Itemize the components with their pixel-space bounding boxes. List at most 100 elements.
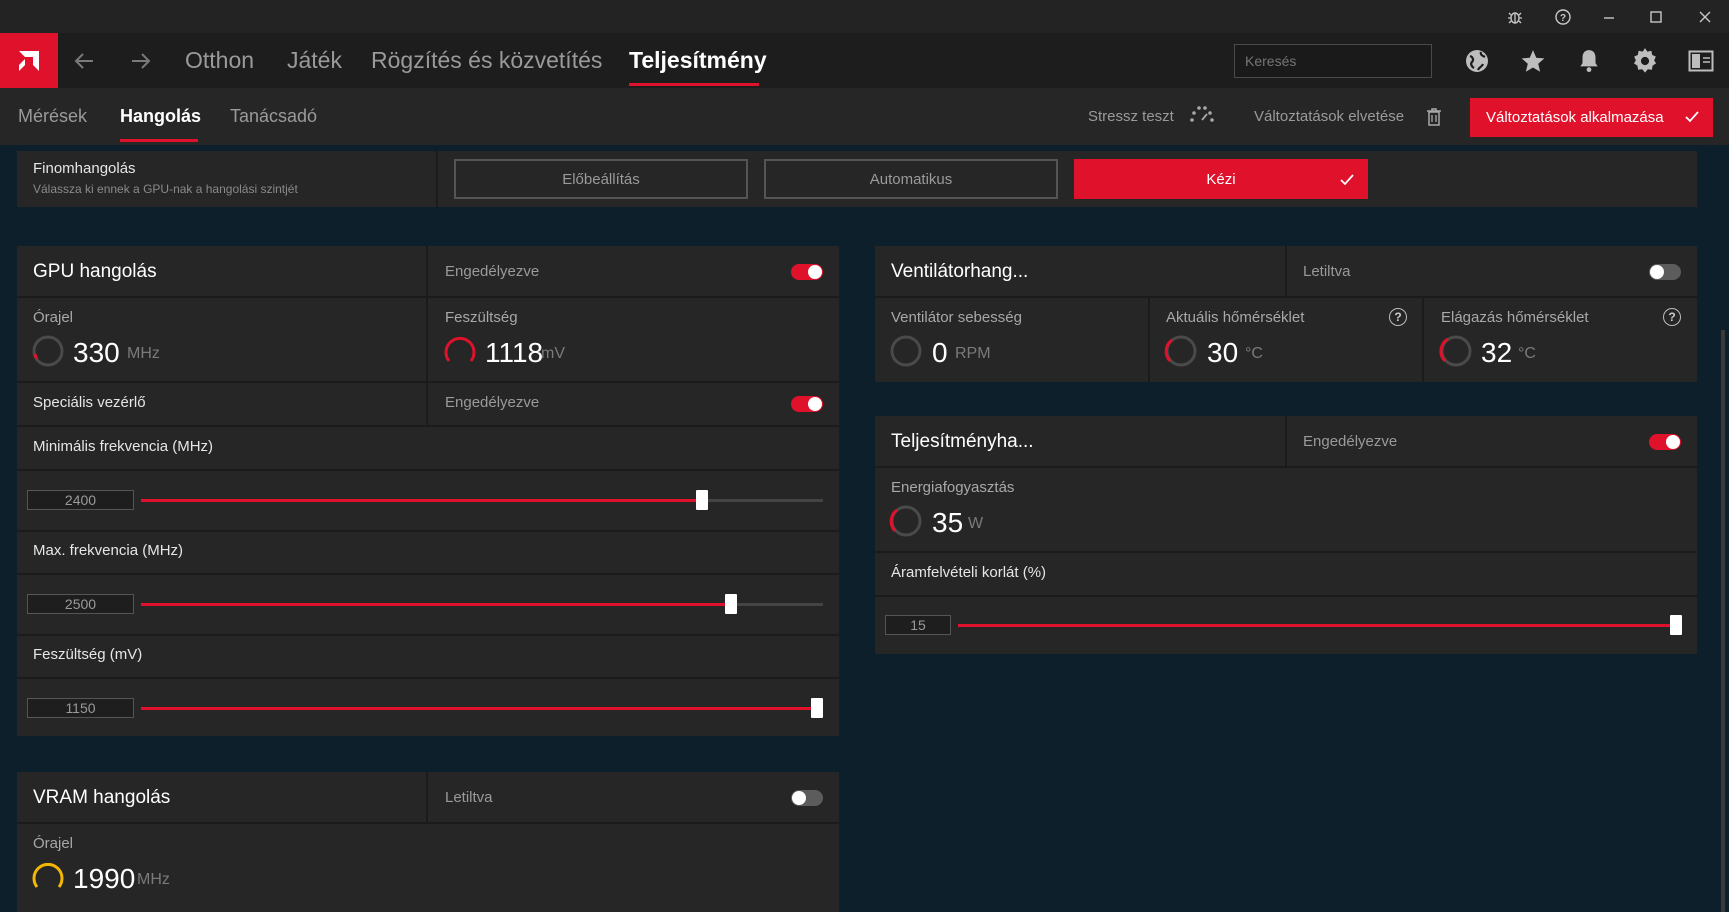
gpu-voltage-unit: mV: [541, 345, 565, 362]
globe-icon[interactable]: [1453, 33, 1501, 88]
mode-manual-button[interactable]: Kézi: [1074, 159, 1368, 199]
power-limit-slider[interactable]: [958, 615, 1682, 635]
close-icon[interactable]: [1685, 0, 1725, 33]
divider: [426, 246, 428, 296]
divider: [426, 381, 428, 425]
power-consumption-label: Energiafogyasztás: [891, 479, 1015, 496]
gauge-dots-icon[interactable]: [1189, 104, 1215, 129]
tab-gaming[interactable]: Játék: [287, 33, 342, 88]
active-tab-indicator: [629, 83, 759, 86]
power-limit-label: Áramfelvételi korlát (%): [891, 564, 1047, 581]
checkmark-icon: [1685, 111, 1699, 123]
divider: [17, 822, 839, 824]
power-tuning-toggle[interactable]: [1649, 434, 1681, 450]
tab-tuning[interactable]: Hangolás: [120, 88, 201, 145]
current-temp-gauge: [1164, 335, 1197, 367]
minimize-icon[interactable]: [1589, 0, 1629, 33]
mode-automatic-button[interactable]: Automatikus: [764, 159, 1058, 199]
advanced-control-toggle[interactable]: [791, 396, 823, 412]
trash-icon[interactable]: [1426, 107, 1442, 132]
current-temp-label: Aktuális hőmérséklet: [1166, 309, 1305, 326]
divider: [1148, 298, 1150, 382]
scrollbar[interactable]: [1721, 330, 1725, 912]
advanced-control-label: Speciális vezérlő: [33, 394, 146, 411]
gpu-clock-value: 330: [73, 337, 120, 368]
voltage-setting-label: Feszültség (mV): [33, 646, 143, 663]
tab-advisor[interactable]: Tanácsadó: [230, 88, 317, 145]
sidebar-icon[interactable]: [1677, 33, 1725, 88]
current-temp-unit: °C: [1245, 345, 1263, 362]
vram-tuning-title: VRAM hangolás: [33, 787, 171, 808]
amd-logo[interactable]: [0, 33, 58, 88]
gear-icon[interactable]: [1621, 33, 1669, 88]
active-subtab-indicator: [120, 139, 198, 142]
fan-tuning-title: Ventilátorhang...: [891, 261, 1029, 282]
stress-test-button[interactable]: Stressz teszt: [1088, 88, 1174, 145]
fan-speed-value: 0: [932, 337, 948, 368]
gpu-clock-gauge: [32, 335, 64, 367]
divider: [17, 530, 839, 532]
fan-tuning-toggle[interactable]: [1649, 264, 1681, 280]
gpu-tuning-toggle[interactable]: [791, 264, 823, 280]
tab-home[interactable]: Otthon: [185, 33, 254, 88]
gpu-voltage-value: 1118: [485, 337, 544, 368]
tab-record-stream[interactable]: Rögzítés és közvetítés: [371, 33, 602, 88]
star-icon[interactable]: [1509, 33, 1557, 88]
power-limit-input[interactable]: 15: [885, 615, 951, 635]
fan-speed-unit: RPM: [955, 345, 991, 362]
voltage-setting-slider[interactable]: [141, 698, 823, 718]
current-temp-value: 30: [1207, 337, 1239, 368]
discard-changes-label: Változtatások elvetése: [1254, 108, 1405, 125]
search-input[interactable]: [1245, 53, 1426, 69]
divider: [436, 151, 438, 207]
stress-test-label: Stressz teszt: [1088, 108, 1174, 125]
fan-speed-label: Ventilátor sebesség: [891, 309, 1022, 326]
divider: [1285, 246, 1287, 296]
bell-icon[interactable]: [1565, 33, 1613, 88]
divider: [1422, 298, 1424, 382]
max-frequency-input[interactable]: 2500: [27, 594, 134, 614]
search-box[interactable]: [1234, 44, 1432, 78]
min-frequency-input[interactable]: 2400: [27, 490, 134, 510]
vram-clock-label: Órajel: [33, 835, 74, 852]
maximize-icon[interactable]: [1636, 0, 1676, 33]
divider: [17, 381, 839, 383]
power-consumption-value: 35: [932, 507, 964, 538]
svg-text:?: ?: [1560, 13, 1566, 24]
max-frequency-slider[interactable]: [141, 594, 823, 614]
vram-clock-gauge: [32, 862, 64, 888]
junction-temp-label: Elágazás hőmérséklet: [1441, 309, 1589, 326]
apply-changes-button[interactable]: Változtatások alkalmazása: [1470, 98, 1713, 137]
back-arrow-icon[interactable]: [60, 33, 108, 88]
voltage-setting-input[interactable]: 1150: [27, 698, 134, 718]
tab-performance[interactable]: Teljesítmény: [629, 33, 767, 88]
power-tuning-status: Engedélyezve: [1303, 433, 1398, 450]
vram-tuning-toggle[interactable]: [791, 790, 823, 806]
help-icon[interactable]: ?: [1663, 308, 1681, 326]
tab-metrics[interactable]: Mérések: [18, 88, 87, 145]
gpu-clock-label: Órajel: [33, 309, 74, 326]
min-frequency-slider[interactable]: [141, 490, 823, 510]
divider: [875, 595, 1697, 597]
fine-tuning-title: Finomhangolás: [33, 160, 136, 177]
gpu-tuning-title: GPU hangolás: [33, 261, 157, 282]
mode-preset-button[interactable]: Előbeállítás: [454, 159, 748, 199]
divider: [426, 772, 428, 822]
discard-changes-button[interactable]: Változtatások elvetése: [1254, 88, 1404, 145]
forward-arrow-icon[interactable]: [117, 33, 165, 88]
fine-tuning-subtitle: Válassza ki ennek a GPU-nak a hangolási …: [33, 182, 298, 196]
help-icon[interactable]: ?: [1543, 0, 1583, 33]
bug-report-icon[interactable]: [1495, 0, 1535, 33]
junction-temp-gauge: [1439, 335, 1472, 367]
divider: [875, 551, 1697, 553]
divider: [875, 466, 1697, 468]
help-icon[interactable]: ?: [1389, 308, 1407, 326]
divider: [17, 425, 839, 427]
divider: [426, 298, 428, 382]
divider: [17, 469, 839, 471]
gpu-tuning-status: Engedélyezve: [445, 263, 540, 280]
vram-tuning-status: Letiltva: [445, 789, 493, 806]
vram-clock-unit: MHz: [137, 871, 170, 888]
divider: [17, 634, 839, 636]
divider: [875, 296, 1697, 298]
